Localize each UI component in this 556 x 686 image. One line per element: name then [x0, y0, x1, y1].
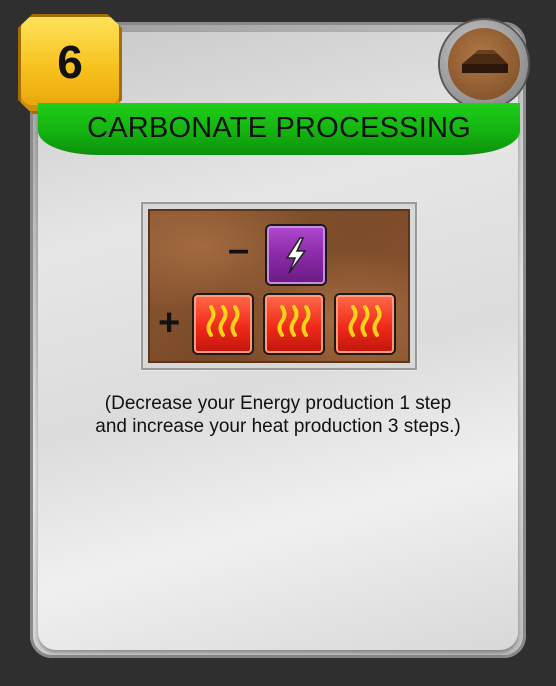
building-roof-icon [462, 50, 508, 73]
title-banner: CARBONATE PROCESSING [38, 103, 520, 155]
heat-waves-icon [336, 295, 394, 353]
cost-value: 6 [57, 36, 83, 88]
increase-sign: + [158, 302, 181, 344]
description-line-1: (Decrease your Energy production 1 step [104, 393, 452, 414]
decrease-sign: – [228, 229, 250, 271]
production-box: – + [141, 202, 417, 370]
card-description: (Decrease your Energy production 1 step … [30, 392, 526, 438]
description-line-2: and increase your heat production 3 step… [95, 416, 461, 437]
building-tag-icon [440, 20, 528, 108]
cost-tile: 6 [18, 14, 122, 114]
heat-waves-icon [265, 295, 323, 353]
production-box-background: – + [148, 209, 410, 363]
energy-bolt-icon [267, 226, 325, 284]
heat-waves-icon [194, 295, 252, 353]
card-title: CARBONATE PROCESSING [87, 112, 471, 144]
